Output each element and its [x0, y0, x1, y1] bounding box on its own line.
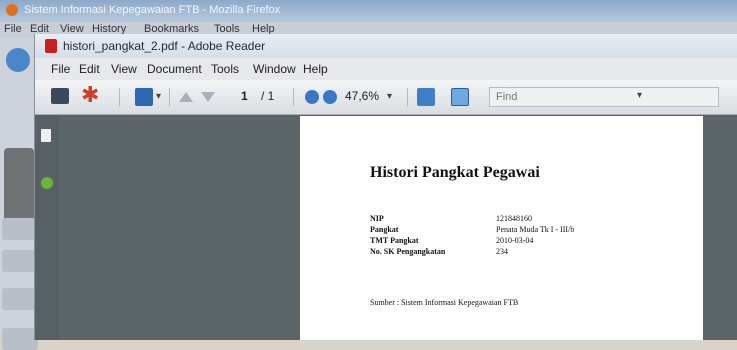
field-label: Pangkat: [370, 225, 399, 234]
zoom-out-icon[interactable]: [305, 90, 319, 104]
reader-menu-view[interactable]: View: [111, 62, 137, 76]
firefox-page-tab-3[interactable]: [2, 288, 38, 310]
navigation-pane: [35, 115, 59, 340]
reader-menu-file[interactable]: File: [51, 62, 70, 76]
field-value: 234: [496, 247, 508, 256]
firefox-page-tab-1[interactable]: [2, 218, 38, 240]
reader-menu-document[interactable]: Document: [147, 62, 202, 76]
collaborate-icon[interactable]: ✱: [81, 84, 99, 106]
document-title: Histori Pangkat Pegawai: [370, 164, 540, 181]
reader-toolbar: ✱ ▾ 1 / 1 47,6% ▾ Find ▾: [35, 80, 737, 115]
firefox-menu-file[interactable]: File: [4, 23, 22, 35]
find-input[interactable]: Find ▾: [489, 87, 719, 107]
document-source: Sumber : Sistem Informasi Kepegawaian FT…: [370, 298, 519, 307]
page-thumbnail: [4, 148, 34, 224]
pages-icon[interactable]: [135, 88, 153, 106]
field-value: 121848160: [496, 214, 532, 223]
print-icon[interactable]: [51, 88, 69, 104]
field-label: NIP: [370, 214, 384, 223]
reader-window-title: histori_pangkat_2.pdf - Adobe Reader: [63, 39, 266, 53]
firefox-icon: [6, 4, 18, 16]
chevron-down-icon[interactable]: ▾: [156, 91, 161, 102]
attachments-icon[interactable]: [41, 177, 53, 189]
field-label: TMT Pangkat: [370, 236, 419, 245]
chevron-down-icon[interactable]: ▾: [387, 91, 392, 102]
pages-panel-icon[interactable]: [41, 129, 51, 142]
zoom-level-select[interactable]: 47,6%: [345, 89, 379, 103]
reader-menu-window[interactable]: Window: [253, 62, 296, 76]
next-page-icon[interactable]: [201, 92, 215, 102]
firefox-window-title: Sistem Informasi Kepegawaian FTB - Mozil…: [24, 4, 281, 16]
toolbar-separator: [293, 88, 294, 106]
toolbar-separator: [407, 88, 408, 106]
toolbar-separator: [119, 88, 120, 106]
firefox-page-tab-4[interactable]: [2, 328, 38, 350]
toolbar-separator: [169, 88, 170, 106]
page-total: / 1: [261, 89, 275, 103]
reader-menu-tools[interactable]: Tools: [211, 62, 239, 76]
pdf-page: Histori Pangkat Pegawai NIP 121848160 Pa…: [300, 116, 703, 340]
fit-width-icon[interactable]: [451, 88, 469, 106]
reader-menu-help[interactable]: Help: [303, 62, 328, 76]
previous-page-icon[interactable]: [179, 92, 193, 102]
zoom-in-icon[interactable]: [323, 90, 337, 104]
fit-page-icon[interactable]: [417, 88, 435, 106]
firefox-titlebar: Sistem Informasi Kepegawaian FTB - Mozil…: [0, 0, 737, 22]
reader-menubar: File Edit View Document Tools Window Hel…: [35, 58, 737, 80]
field-value: 2010-03-04: [496, 236, 534, 245]
find-placeholder: Find: [496, 91, 518, 103]
reader-titlebar: histori_pangkat_2.pdf - Adobe Reader: [35, 34, 737, 58]
field-value: Penata Muda Tk I - III/b: [496, 225, 575, 234]
field-label: No. SK Pengangkatan: [370, 247, 446, 256]
page-number-input[interactable]: 1: [241, 89, 248, 103]
pdf-file-icon: [45, 39, 57, 53]
chevron-down-icon[interactable]: ▾: [637, 90, 642, 101]
back-button-icon[interactable]: [6, 48, 30, 72]
reader-menu-edit[interactable]: Edit: [79, 62, 100, 76]
firefox-page-tab-2[interactable]: [2, 250, 38, 272]
